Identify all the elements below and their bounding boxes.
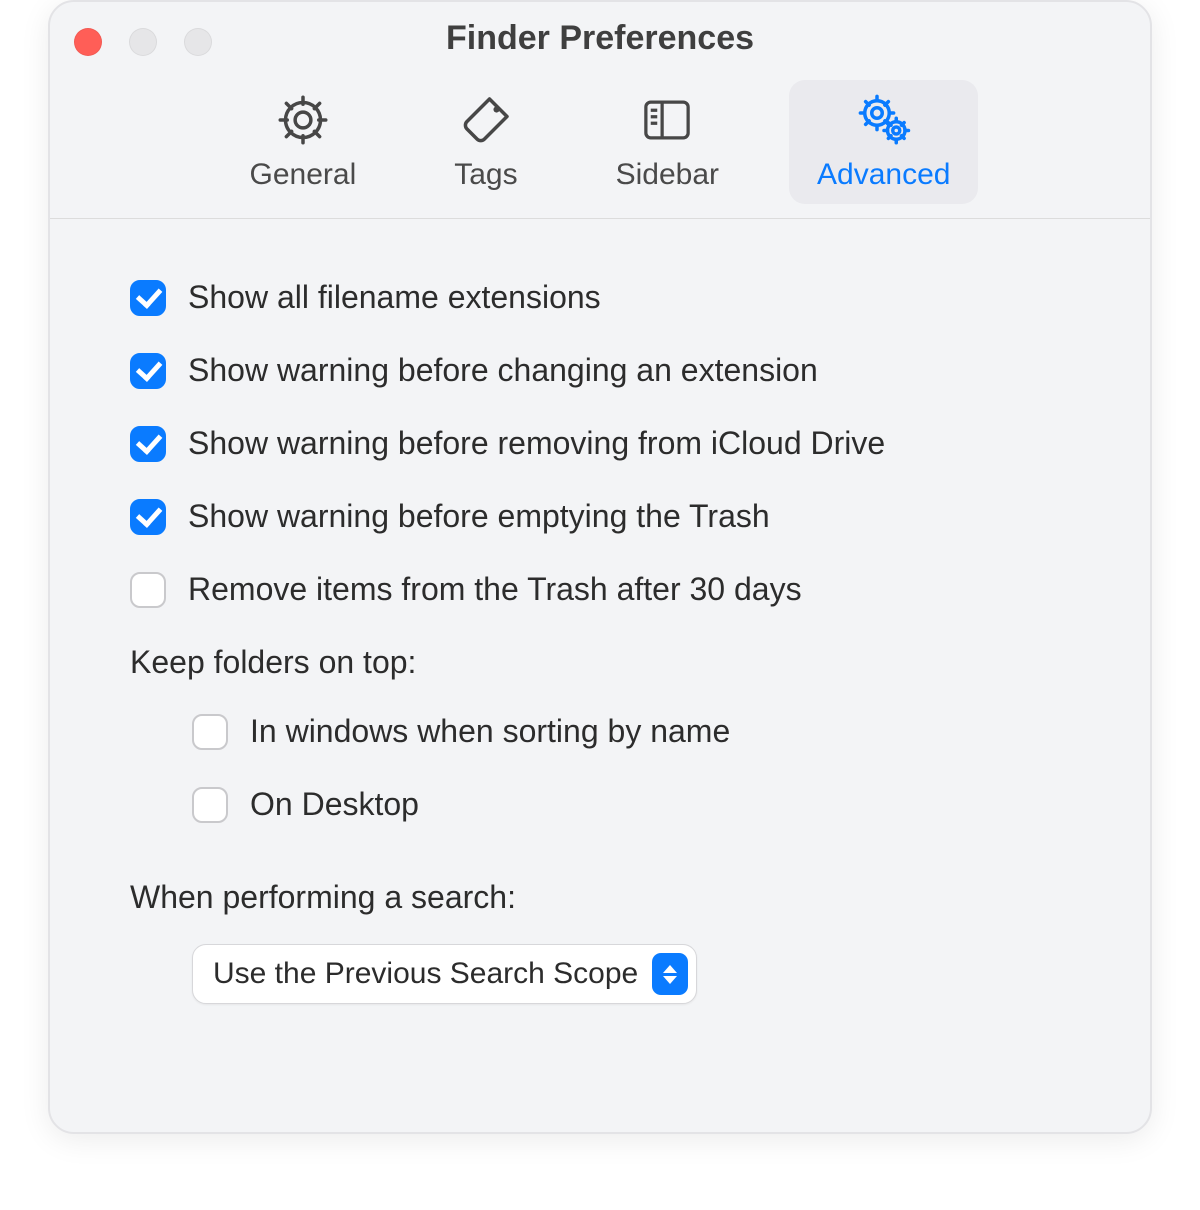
tag-icon <box>456 90 516 150</box>
option-label: Show all filename extensions <box>188 279 601 316</box>
gear-icon <box>273 90 333 150</box>
checkbox-warn-empty-trash[interactable] <box>130 499 166 535</box>
checkbox-folders-top-windows[interactable] <box>192 714 228 750</box>
checkbox-warn-remove-icloud[interactable] <box>130 426 166 462</box>
close-button[interactable] <box>74 28 102 56</box>
search-scope-popup[interactable]: Use the Previous Search Scope <box>192 944 697 1004</box>
option-row: Show warning before changing an extensio… <box>130 352 1070 389</box>
keep-folders-heading: Keep folders on top: <box>130 644 1070 681</box>
advanced-pane: Show all filename extensions Show warnin… <box>50 219 1150 1074</box>
option-label: Show warning before removing from iCloud… <box>188 425 885 462</box>
checkbox-auto-remove-trash[interactable] <box>130 572 166 608</box>
checkbox-warn-change-extension[interactable] <box>130 353 166 389</box>
tab-label: Tags <box>454 158 517 192</box>
zoom-button[interactable] <box>184 28 212 56</box>
option-row: Remove items from the Trash after 30 day… <box>130 571 1070 608</box>
option-row: In windows when sorting by name <box>130 713 1070 750</box>
checkbox-show-extensions[interactable] <box>130 280 166 316</box>
option-row: On Desktop <box>130 786 1070 823</box>
option-label: Show warning before emptying the Trash <box>188 498 770 535</box>
popup-selected-label: Use the Previous Search Scope <box>213 957 652 991</box>
tab-label: General <box>250 158 357 192</box>
toolbar: General Tags Sidebar <box>50 74 1150 218</box>
option-row: Show all filename extensions <box>130 279 1070 316</box>
minimize-button[interactable] <box>129 28 157 56</box>
option-label: In windows when sorting by name <box>250 713 730 750</box>
option-label: On Desktop <box>250 786 419 823</box>
preferences-window: Finder Preferences General Tags <box>48 0 1152 1134</box>
tab-sidebar[interactable]: Sidebar <box>588 80 747 204</box>
traffic-lights <box>74 28 212 56</box>
option-label: Show warning before changing an extensio… <box>188 352 818 389</box>
tab-general[interactable]: General <box>222 80 385 204</box>
tab-advanced[interactable]: Advanced <box>789 80 978 204</box>
tab-label: Advanced <box>817 158 950 192</box>
option-row: Show warning before emptying the Trash <box>130 498 1070 535</box>
option-label: Remove items from the Trash after 30 day… <box>188 571 802 608</box>
search-heading: When performing a search: <box>130 879 1070 916</box>
popup-stepper-icon <box>652 953 688 995</box>
tab-tags[interactable]: Tags <box>426 80 545 204</box>
gears-icon <box>854 90 914 150</box>
search-scope-row: Use the Previous Search Scope <box>130 944 1070 1004</box>
option-row: Show warning before removing from iCloud… <box>130 425 1070 462</box>
window-title: Finder Preferences <box>50 19 1150 58</box>
tab-label: Sidebar <box>616 158 719 192</box>
checkbox-folders-top-desktop[interactable] <box>192 787 228 823</box>
sidebar-icon <box>637 90 697 150</box>
titlebar: Finder Preferences <box>50 2 1150 74</box>
